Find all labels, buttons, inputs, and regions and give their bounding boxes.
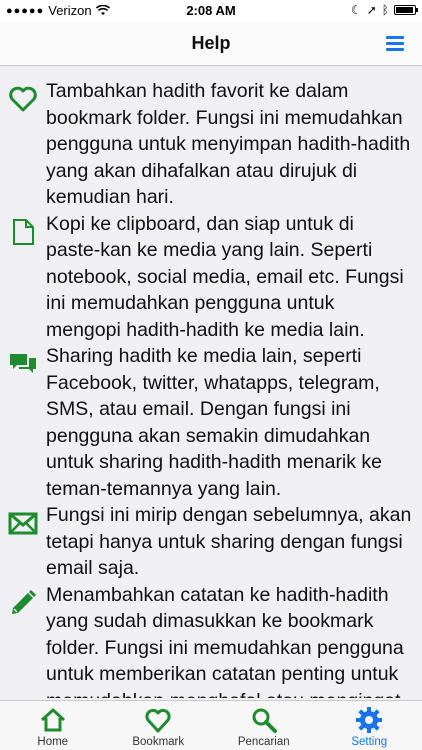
- location-icon: ➚: [366, 3, 377, 17]
- tab-bookmark[interactable]: Bookmark: [106, 701, 212, 750]
- status-right: ☾ ➚ ᛒ: [350, 3, 418, 17]
- heart-icon: [145, 708, 171, 733]
- tab-label: Home: [37, 736, 69, 748]
- help-item-copy: Kopi ke clipboard, dan siap untuk di pas…: [0, 211, 422, 344]
- tab-home[interactable]: Home: [0, 701, 106, 750]
- tab-label: Bookmark: [132, 736, 185, 748]
- help-item-text: Kopi ke clipboard, dan siap untuk di pas…: [46, 212, 404, 341]
- home-icon: [40, 708, 65, 732]
- bluetooth-icon: ᛒ: [381, 3, 389, 17]
- tab-search[interactable]: Pencarian: [211, 701, 317, 750]
- tab-label: Pencarian: [237, 736, 290, 748]
- search-icon: [252, 708, 277, 733]
- chat-icon: [10, 354, 36, 373]
- help-content[interactable]: Tambahkan hadith favorit ke dalam bookma…: [0, 66, 422, 698]
- help-item-email: Fungsi ini mirip dengan sebelumnya, akan…: [0, 502, 422, 582]
- help-item-text: Fungsi ini mirip dengan sebelumnya, akan…: [46, 504, 412, 579]
- help-item-share: Sharing hadith ke media lain, seperti Fa…: [0, 343, 422, 502]
- help-item-bookmark: Tambahkan hadith favorit ke dalam bookma…: [0, 78, 422, 211]
- heart-icon: [9, 86, 37, 112]
- pencil-icon: [12, 589, 37, 614]
- help-item-note: Menambahkan catatan ke hadith-hadith yan…: [0, 582, 422, 699]
- menu-button[interactable]: [386, 36, 404, 52]
- document-icon: [13, 218, 34, 245]
- menu-icon: [386, 36, 404, 39]
- status-bar: ●●●●● Verizon 2:08 AM ☾ ➚ ᛒ: [0, 0, 422, 22]
- page-title: Help: [191, 33, 231, 53]
- battery-icon: [394, 5, 418, 15]
- navigation-bar: Help: [0, 22, 422, 66]
- help-item-text: Tambahkan hadith favorit ke dalam bookma…: [46, 80, 411, 208]
- tab-label: Setting: [351, 736, 388, 748]
- help-item-text: Sharing hadith ke media lain, seperti Fa…: [46, 345, 383, 500]
- envelope-icon: [8, 512, 38, 535]
- tab-setting[interactable]: Setting: [317, 701, 422, 750]
- moon-icon: ☾: [350, 3, 362, 17]
- gear-icon: [356, 707, 383, 733]
- help-item-text: Menambahkan catatan ke hadith-hadith yan…: [46, 583, 404, 699]
- tab-bar: Home Bookmark Pencarian Setting: [0, 700, 422, 750]
